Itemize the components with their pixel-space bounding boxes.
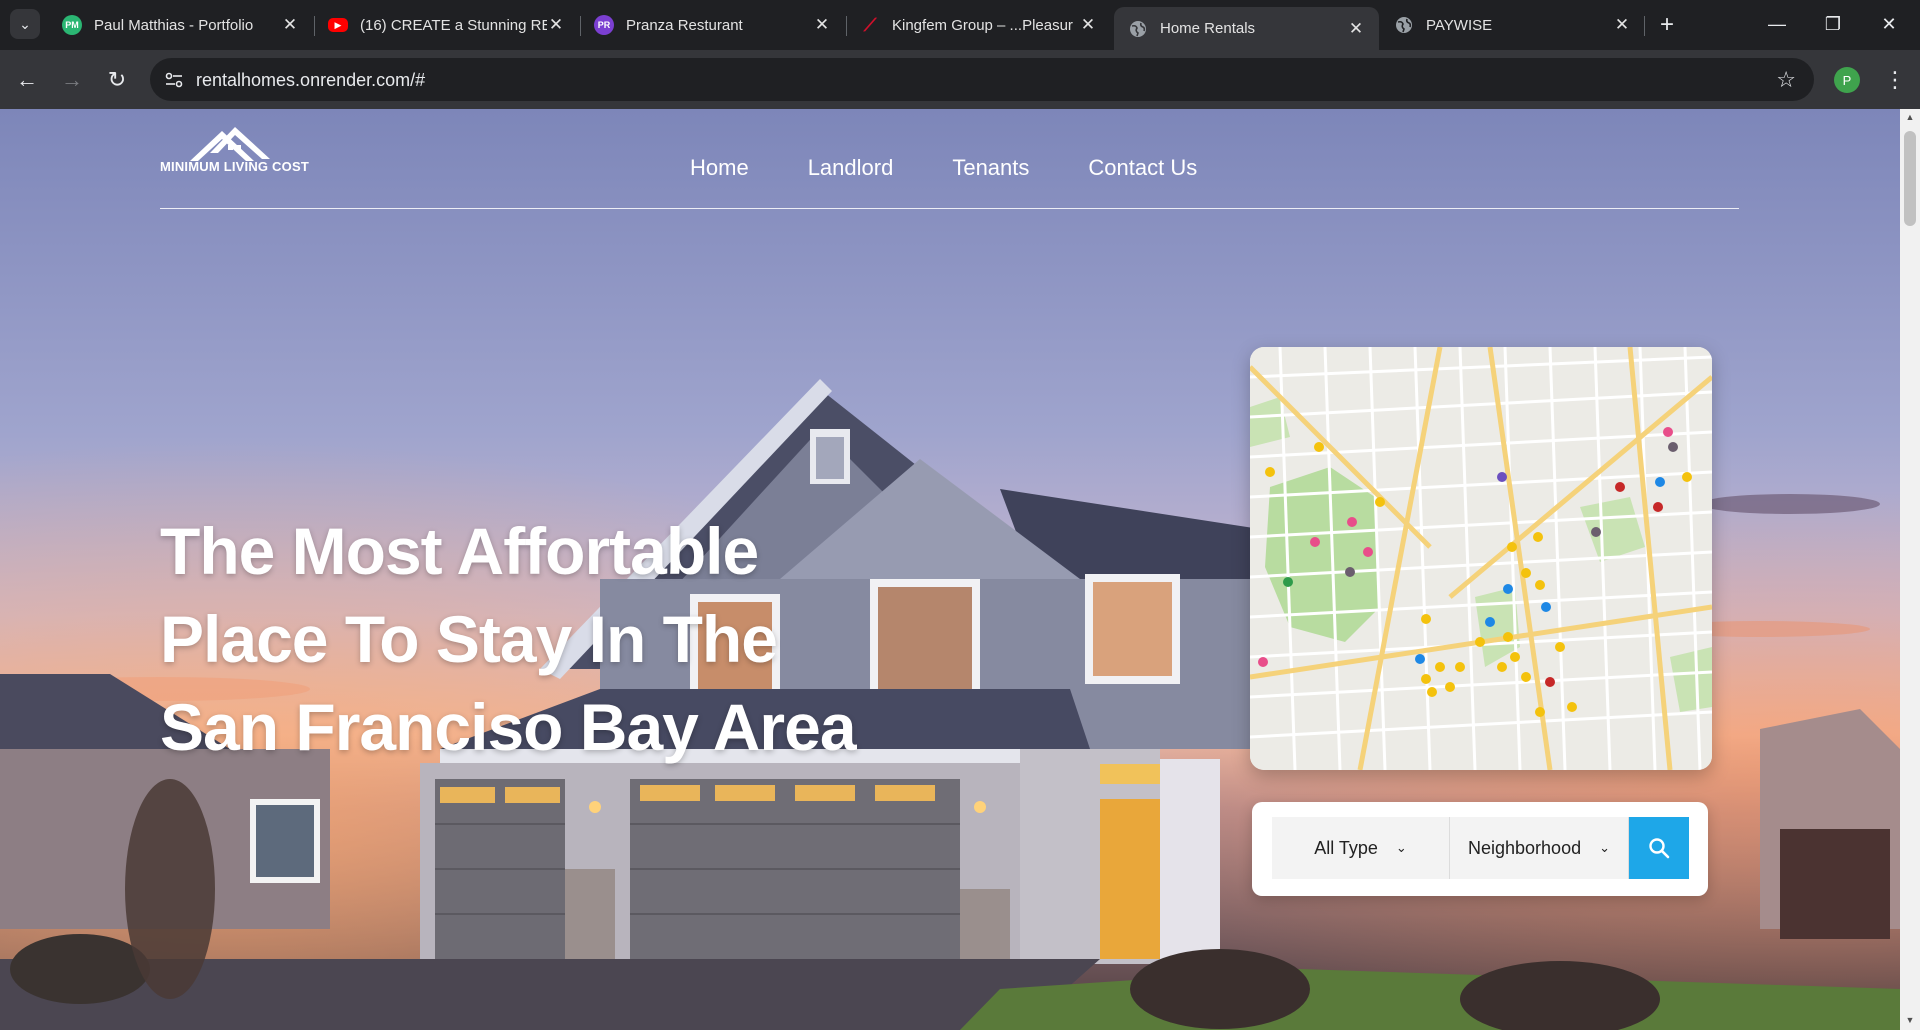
close-tab-icon[interactable]: ✕ — [281, 15, 299, 34]
scrollbar-thumb[interactable] — [1904, 131, 1916, 226]
minimize-window-button[interactable]: — — [1754, 8, 1800, 40]
scroll-up-icon[interactable]: ▲ — [1904, 112, 1916, 124]
portfolio-favicon-icon: PM — [62, 15, 82, 35]
close-tab-icon[interactable]: ✕ — [1079, 15, 1097, 34]
close-tab-icon[interactable]: ✕ — [813, 15, 831, 34]
forward-arrow-icon[interactable]: → — [55, 63, 89, 97]
close-window-button[interactable]: ✕ — [1866, 8, 1912, 40]
hero-title-line: Place To Stay In The — [160, 602, 778, 676]
close-tab-icon[interactable]: ✕ — [547, 15, 565, 34]
reload-icon[interactable]: ↻ — [100, 63, 134, 97]
logo-text: MINIMUM LIVING COST — [160, 159, 309, 174]
tab-separator — [1644, 16, 1645, 36]
profile-avatar[interactable]: P — [1834, 67, 1860, 93]
tab-title: Pranza Resturant — [626, 16, 743, 34]
restore-window-button[interactable]: ❐ — [1810, 8, 1856, 40]
tab-paul-matthias-portfolio[interactable]: PM Paul Matthias - Portfolio ✕ — [48, 7, 313, 43]
kingfem-favicon-icon: ⟋ — [863, 14, 877, 35]
back-arrow-icon[interactable]: ← — [10, 63, 44, 97]
nav-landlord[interactable]: Landlord — [808, 155, 894, 181]
tab-title: PAYWISE — [1426, 16, 1493, 34]
search-button[interactable] — [1629, 817, 1689, 879]
tab-title: Home Rentals — [1160, 20, 1256, 37]
page-scrollbar[interactable]: ▲ ▼ — [1900, 109, 1920, 1030]
tab-youtube-video[interactable]: ▶ (16) CREATE a Stunning RE ✕ — [314, 7, 579, 43]
tab-kingfem-group[interactable]: ⟋ Kingfem Group – ...Pleasur ✕ — [846, 7, 1111, 43]
new-tab-button[interactable]: + — [1652, 10, 1682, 40]
neighborhood-value: Neighborhood — [1468, 837, 1582, 858]
chevron-down-icon: ⌄ — [1599, 840, 1610, 855]
hero-title-line: San Franciso Bay Area — [160, 690, 857, 764]
browser-tab-strip: ⌄ PM Paul Matthias - Portfolio ✕ ▶ (16) … — [0, 0, 1920, 50]
youtube-favicon-icon: ▶ — [328, 18, 348, 32]
page-viewport: MINIMUM LIVING COST Home Landlord Tenant… — [0, 109, 1900, 1030]
tab-home-rentals[interactable]: Home Rentals ✕ — [1114, 7, 1379, 50]
property-type-select[interactable]: All Type ⌄ — [1272, 817, 1450, 879]
main-navigation: Home Landlord Tenants Contact Us — [690, 155, 1197, 181]
scroll-down-icon[interactable]: ▼ — [1904, 1015, 1916, 1027]
nav-contact-us[interactable]: Contact Us — [1088, 155, 1197, 181]
browser-menu-icon[interactable]: ⋮ — [1880, 64, 1910, 96]
hero-title-line: The Most Affortable — [160, 514, 759, 588]
property-type-value: All Type — [1314, 837, 1378, 858]
bookmark-star-icon[interactable]: ☆ — [1776, 67, 1796, 93]
site-logo[interactable]: MINIMUM LIVING COST — [160, 123, 325, 183]
property-search-bar: All Type ⌄ Neighborhood ⌄ — [1252, 802, 1708, 896]
tab-paywise[interactable]: PAYWISE ✕ — [1380, 7, 1645, 43]
chevron-down-icon: ⌄ — [1395, 840, 1407, 855]
house-logo-icon — [190, 127, 270, 161]
close-tab-icon[interactable]: ✕ — [1613, 15, 1631, 34]
close-tab-icon[interactable]: ✕ — [1347, 19, 1365, 38]
pranza-favicon-icon: PR — [594, 15, 614, 35]
browser-toolbar: ← → ↻ rentalhomes.onrender.com/# ☆ — [0, 50, 1920, 109]
header-divider — [160, 208, 1739, 209]
nav-tenants[interactable]: Tenants — [952, 155, 1029, 181]
hero-title: The Most Affortable Place To Stay In The… — [160, 507, 920, 771]
neighborhood-select[interactable]: Neighborhood ⌄ — [1450, 817, 1629, 879]
tab-title: (16) CREATE a Stunning RE — [360, 16, 547, 34]
globe-icon — [1128, 19, 1148, 39]
url-text[interactable]: rentalhomes.onrender.com/# — [196, 70, 425, 91]
tab-search-menu-button[interactable]: ⌄ — [10, 9, 40, 39]
tab-title: Kingfem Group – ...Pleasur — [892, 16, 1073, 34]
globe-icon — [1394, 15, 1414, 35]
nav-home[interactable]: Home — [690, 155, 749, 181]
site-info-icon[interactable] — [160, 66, 188, 94]
tab-pranza-resturant[interactable]: PR Pranza Resturant ✕ — [580, 7, 845, 43]
address-bar[interactable]: rentalhomes.onrender.com/# ☆ — [150, 58, 1814, 101]
search-icon — [1649, 838, 1670, 859]
neighborhood-map[interactable] — [1250, 347, 1712, 770]
tab-title: Paul Matthias - Portfolio — [94, 16, 254, 34]
